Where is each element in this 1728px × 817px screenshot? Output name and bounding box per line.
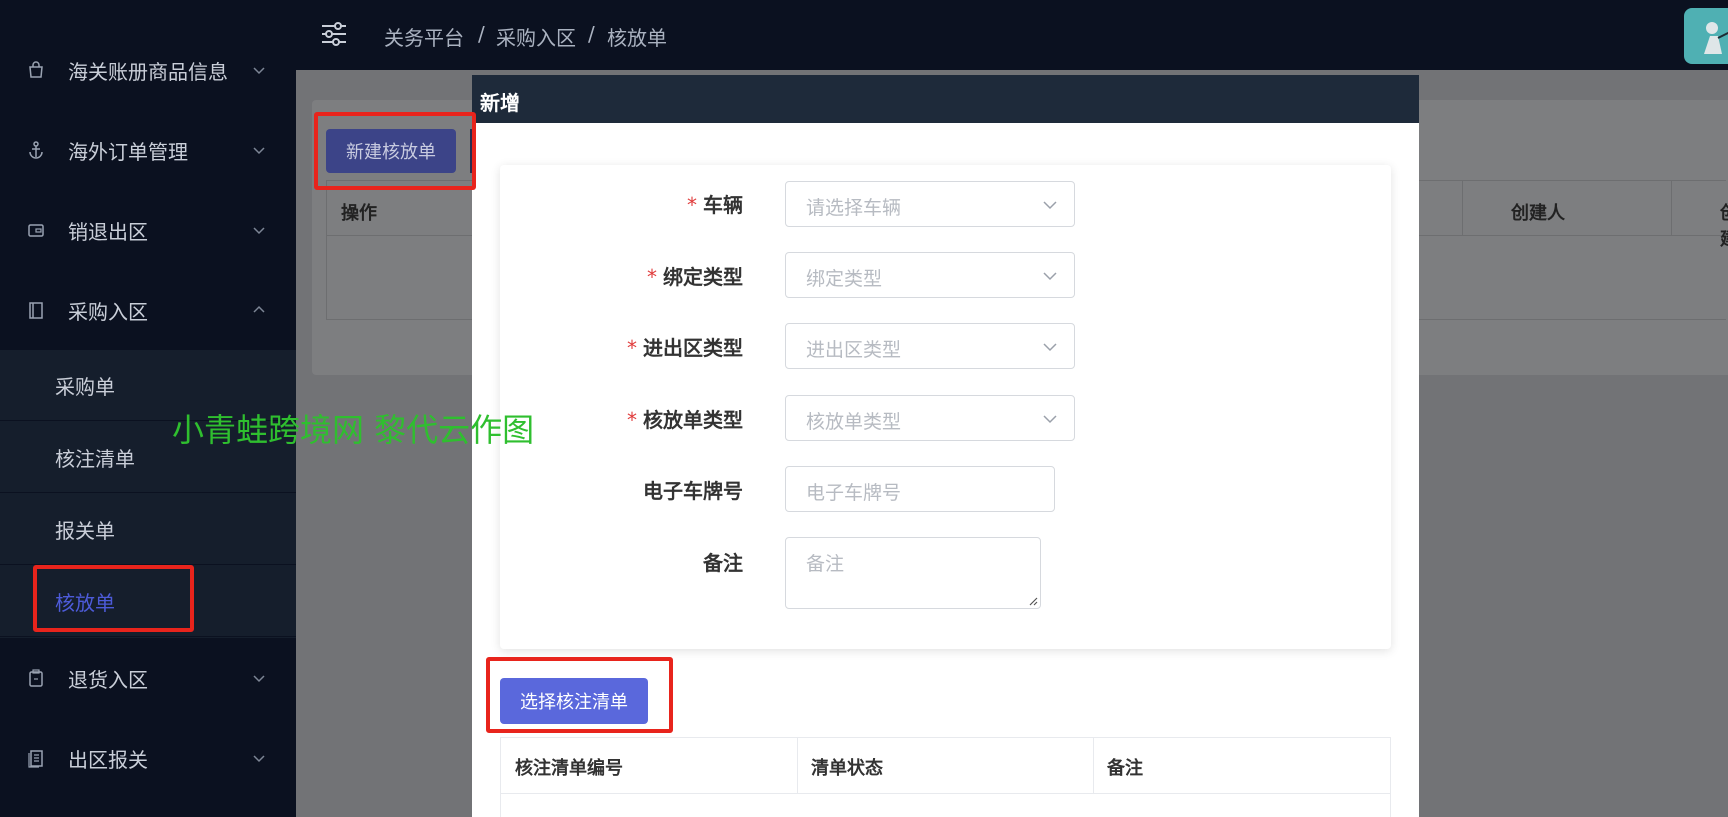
sidebar-item-sales-return-out[interactable]: 销退出区 xyxy=(0,190,296,270)
document-icon xyxy=(28,750,43,768)
anchor-icon xyxy=(29,141,43,159)
required-mark: * xyxy=(627,408,637,432)
chevron-down-icon xyxy=(1043,272,1057,281)
field-label-text: 绑定类型 xyxy=(663,265,743,289)
sidebar-item-label: 海关账册商品信息 xyxy=(68,59,228,84)
submenu-item-label: 报关单 xyxy=(55,518,115,543)
field-label-text: 备注 xyxy=(703,551,743,575)
dialog-header: 新增 xyxy=(472,75,1419,123)
table-divider xyxy=(1462,180,1463,236)
chevron-down-icon xyxy=(253,755,265,763)
sidebar-item-exit-declaration[interactable]: 出区报关 xyxy=(0,718,296,798)
sidebar-item-label: 销退出区 xyxy=(68,219,148,244)
form-card: * 车辆 请选择车辆 * 绑定类型 绑定类型 * 进出区类型 进出区类型 * 核放单类型… xyxy=(500,165,1391,649)
clipboard-icon xyxy=(29,669,43,687)
remark-textarea[interactable]: 备注 xyxy=(785,537,1041,609)
select-placeholder: 进出区类型 xyxy=(806,339,902,361)
chevron-down-icon xyxy=(1043,415,1057,424)
sidebar-item-label: 出区报关 xyxy=(68,747,148,772)
breadcrumb-current: 核放单 xyxy=(607,26,667,50)
sidebar-item-label: 海外订单管理 xyxy=(68,139,188,164)
column-header-actions: 操作 xyxy=(341,203,377,224)
annotation-box-pick-button xyxy=(486,657,673,733)
breadcrumb-item[interactable]: 关务平台 xyxy=(384,22,464,51)
column-header-status: 清单状态 xyxy=(797,738,1093,794)
chevron-down-icon xyxy=(253,147,265,155)
vehicle-select[interactable]: 请选择车辆 xyxy=(785,181,1075,227)
column-header-label: 备注 xyxy=(1107,758,1143,779)
chevron-down-icon xyxy=(253,227,265,235)
zone-type-select[interactable]: 进出区类型 xyxy=(785,323,1075,369)
sidebar-item-label: 采购入区 xyxy=(68,299,148,324)
breadcrumb-separator: / xyxy=(588,22,595,46)
field-label-remark: 备注 xyxy=(703,547,743,576)
settings-sliders-icon[interactable] xyxy=(320,20,348,48)
select-placeholder: 核放单类型 xyxy=(806,411,902,433)
release-type-select[interactable]: 核放单类型 xyxy=(785,395,1075,441)
watermark-text: 小青蛙跨境网 黎代云作图 xyxy=(172,411,535,449)
breadcrumb-item[interactable]: 采购入区 xyxy=(496,22,576,51)
textarea-placeholder: 备注 xyxy=(806,553,845,575)
field-label-vehicle: * 车辆 xyxy=(687,189,743,218)
required-mark: * xyxy=(627,336,637,360)
chevron-down-icon xyxy=(253,675,265,683)
plate-number-input[interactable]: 电子车牌号 xyxy=(785,466,1055,512)
sidebar-item-label: 退货入区 xyxy=(68,667,148,692)
checklist-table: 核注清单编号 清单状态 备注 xyxy=(500,737,1391,817)
sidebar-item-return-in[interactable]: 退货入区 xyxy=(0,638,296,718)
breadcrumb-separator: / xyxy=(478,22,485,46)
bag-icon xyxy=(29,61,43,78)
submenu-item-declaration[interactable]: 报关单 xyxy=(0,494,296,565)
table-divider xyxy=(1671,180,1672,236)
field-label-plate: 电子车牌号 xyxy=(643,475,743,504)
top-header: 关务平台 / 采购入区 / 核放单 xyxy=(296,0,1728,70)
field-label-zone-type: * 进出区类型 xyxy=(627,332,743,361)
annotation-box-new-button xyxy=(314,112,476,190)
required-mark: * xyxy=(687,193,697,217)
user-avatar-icon xyxy=(1704,22,1728,54)
field-label-text: 核放单类型 xyxy=(643,408,743,432)
required-mark: * xyxy=(647,265,657,289)
book-icon xyxy=(29,302,43,319)
sidebar-item-purchase-in[interactable]: 采购入区 xyxy=(0,270,296,350)
input-placeholder: 电子车牌号 xyxy=(806,482,902,504)
avatar[interactable] xyxy=(1684,8,1728,64)
chevron-down-icon xyxy=(1043,343,1057,352)
submenu-item-label: 采购单 xyxy=(55,374,115,399)
sidebar-item-overseas-orders[interactable]: 海外订单管理 xyxy=(0,110,296,190)
submenu-item-label: 核注清单 xyxy=(55,446,135,471)
bind-type-select[interactable]: 绑定类型 xyxy=(785,252,1075,298)
chevron-down-icon xyxy=(1043,201,1057,210)
column-header-creator: 创建人 xyxy=(1511,203,1565,224)
column-header-checklist-no: 核注清单编号 xyxy=(501,738,797,794)
field-label-bind-type: * 绑定类型 xyxy=(647,261,743,290)
column-header-label: 清单状态 xyxy=(811,758,883,779)
field-label-text: 电子车牌号 xyxy=(643,479,743,503)
column-header-remark: 备注 xyxy=(1093,738,1390,794)
select-placeholder: 请选择车辆 xyxy=(806,197,902,219)
chevron-up-icon xyxy=(253,305,265,313)
chevron-down-icon xyxy=(253,67,265,75)
annotation-box-release-menu xyxy=(33,565,194,632)
select-placeholder: 绑定类型 xyxy=(806,268,883,290)
field-label-text: 车辆 xyxy=(703,193,743,217)
field-label-text: 进出区类型 xyxy=(643,336,743,360)
sidebar-item-customs-goods[interactable]: 海关账册商品信息 xyxy=(0,30,296,110)
wallet-icon xyxy=(28,224,44,237)
field-label-release-type: * 核放单类型 xyxy=(627,404,743,433)
column-header-label: 核注清单编号 xyxy=(515,758,623,779)
dialog-title: 新增 xyxy=(480,91,520,115)
resize-grip-icon[interactable] xyxy=(1026,594,1038,606)
